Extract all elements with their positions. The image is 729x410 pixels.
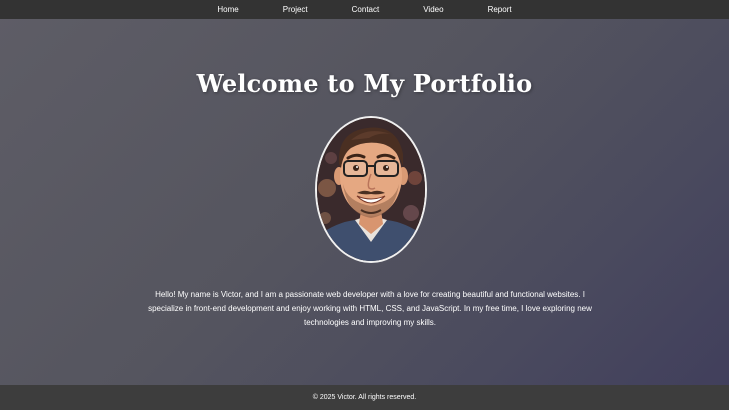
nav-link-report[interactable]: Report [488, 0, 512, 19]
nav-link-project[interactable]: Project [283, 0, 308, 19]
top-navbar: Home Project Contact Video Report [0, 0, 729, 19]
profile-photo [315, 116, 427, 263]
nav-link-home[interactable]: Home [217, 0, 238, 19]
footer-copyright: © 2025 Victor. All rights reserved. [312, 394, 417, 401]
nav-link-contact[interactable]: Contact [352, 0, 380, 19]
main-content: Welcome to My Portfolio Hello! My name i… [0, 19, 729, 385]
page-footer: © 2025 Victor. All rights reserved. [0, 385, 729, 410]
bio-paragraph: Hello! My name is Victor, and I am a pas… [148, 290, 592, 327]
avatar-portrait-icon [317, 118, 425, 261]
nav-link-video[interactable]: Video [423, 0, 443, 19]
page-title: Welcome to My Portfolio [196, 69, 533, 98]
